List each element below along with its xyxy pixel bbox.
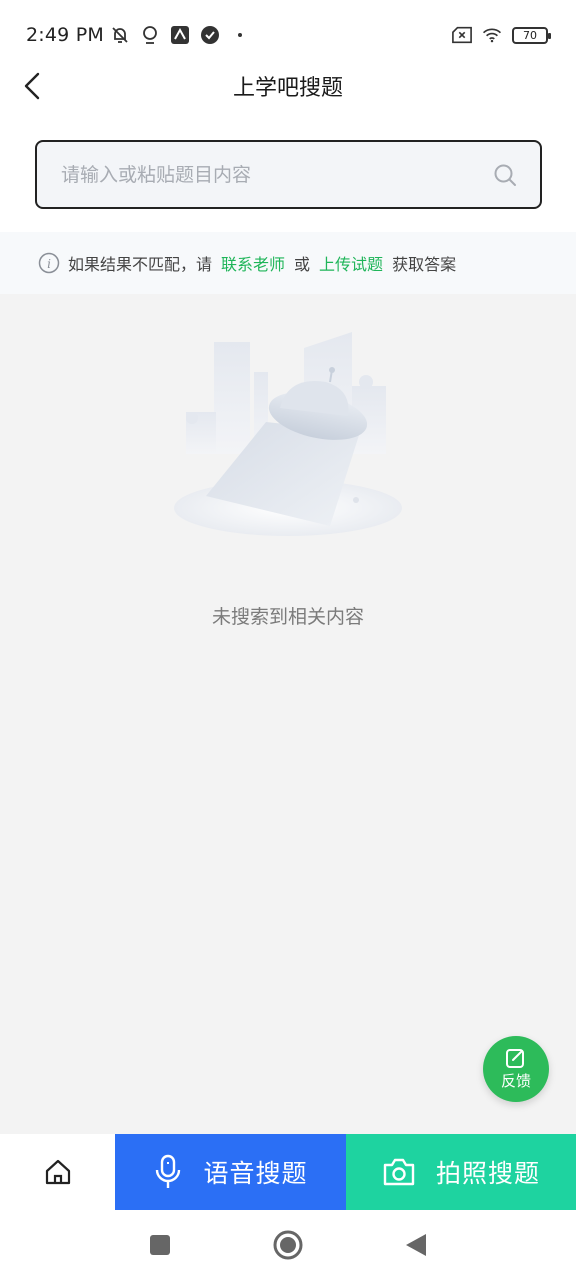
contact-teacher-link[interactable]: 联系老师 xyxy=(221,251,285,275)
svg-text:i: i xyxy=(47,257,51,271)
triangle-back-icon xyxy=(406,1234,426,1256)
photo-search-label: 拍照搜题 xyxy=(435,1159,540,1188)
notice-suffix: 获取答案 xyxy=(392,255,457,274)
system-nav-bar xyxy=(0,1210,576,1280)
microphone-icon xyxy=(156,1154,181,1188)
bell-muted-icon xyxy=(110,25,130,45)
wifi-icon xyxy=(482,25,502,45)
home-button[interactable] xyxy=(0,1134,115,1210)
sim-off-icon xyxy=(452,25,472,45)
search-icon[interactable] xyxy=(492,162,518,188)
status-time: 2:49 PM xyxy=(26,24,104,46)
empty-ufo-illustration-icon xyxy=(174,332,402,536)
voice-search-button[interactable]: 语音搜题 xyxy=(115,1134,346,1210)
circle-home-icon xyxy=(273,1230,303,1260)
status-icons-left xyxy=(110,25,250,45)
page-title: 上学吧搜题 xyxy=(232,76,343,101)
recents-button[interactable] xyxy=(142,1227,178,1263)
search-box[interactable] xyxy=(35,140,542,209)
camera-icon xyxy=(383,1158,415,1186)
feedback-button[interactable]: 反馈 xyxy=(483,1036,549,1102)
back-button[interactable] xyxy=(14,68,50,104)
battery-indicator: 70 xyxy=(512,26,551,44)
empty-message: 未搜索到相关内容 xyxy=(211,606,364,628)
notice-or: 或 xyxy=(294,255,311,274)
upload-question-link[interactable]: 上传试题 xyxy=(319,251,383,275)
system-home-button[interactable] xyxy=(270,1227,306,1263)
check-circle-icon xyxy=(200,25,220,45)
search-input[interactable] xyxy=(61,163,492,186)
photo-search-button[interactable]: 拍照搜题 xyxy=(346,1134,576,1210)
notice-prefix: 如果结果不匹配，请 xyxy=(68,255,213,274)
edit-icon xyxy=(506,1049,524,1068)
results-area: 未搜索到相关内容 反馈 xyxy=(0,294,576,1134)
location-pin-icon xyxy=(140,25,160,45)
status-icons-right: 70 xyxy=(452,25,551,45)
dot-icon xyxy=(230,25,250,45)
chevron-left-icon xyxy=(24,72,40,100)
app-header: 上学吧搜题 xyxy=(0,60,576,112)
result-notice: i 如果结果不匹配，请 联系老师 或 上传试题 获取答案 xyxy=(0,232,576,294)
app-notification-icon xyxy=(170,25,190,45)
info-icon: i xyxy=(38,252,60,274)
square-icon xyxy=(150,1235,170,1255)
feedback-label: 反馈 xyxy=(500,1072,531,1090)
voice-search-label: 语音搜题 xyxy=(203,1159,308,1188)
system-back-button[interactable] xyxy=(398,1227,434,1263)
home-icon xyxy=(45,1159,70,1185)
bottom-action-bar: 语音搜题 拍照搜题 xyxy=(0,1134,576,1210)
